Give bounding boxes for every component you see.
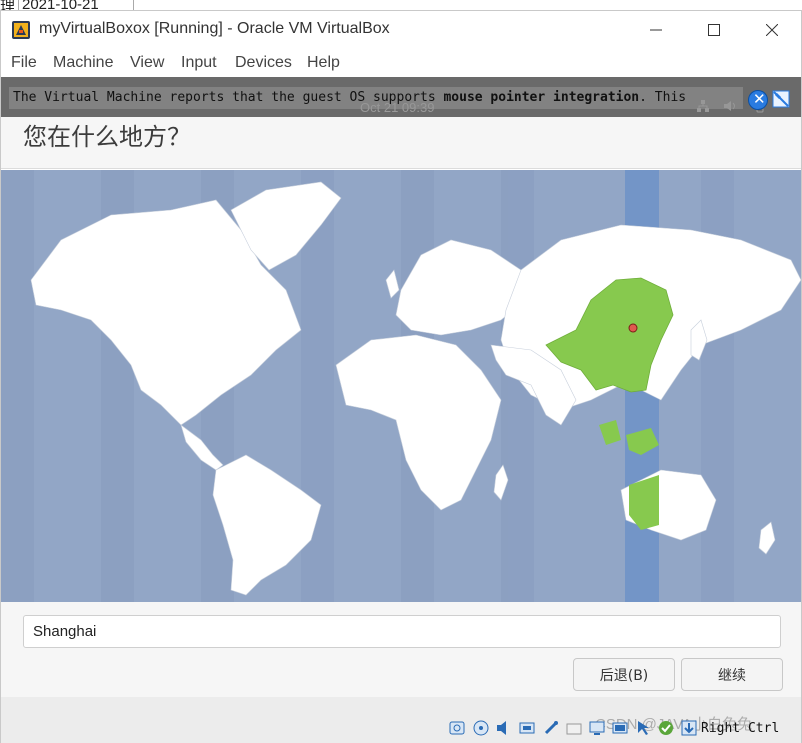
host-key-label: Right Ctrl	[701, 721, 780, 736]
virtualbox-window: myVirtualBoxox [Running] - Oracle VM Vir…	[0, 10, 802, 743]
maximize-icon	[708, 24, 720, 36]
notice-close-icon: ✕	[753, 90, 766, 108]
shared-folder-icon[interactable]	[565, 719, 583, 737]
hard-disk-icon[interactable]	[448, 719, 466, 737]
virtualbox-app-icon	[12, 21, 30, 39]
menu-devices[interactable]: Devices	[235, 54, 292, 72]
notice-close-button[interactable]: ✕	[748, 90, 768, 110]
menu-help[interactable]: Help	[307, 54, 340, 72]
guest-additions-icon[interactable]	[657, 719, 675, 737]
audio-icon[interactable]	[495, 719, 513, 737]
mouse-integration-icon[interactable]	[634, 719, 652, 737]
keyboard-capture-icon[interactable]	[680, 719, 698, 737]
world-map[interactable]	[1, 170, 801, 602]
vm-status-bar: CSDN @JAVA小白兔兔 Right Ctrl	[1, 697, 801, 743]
page-title: 您在什么地方？	[23, 123, 191, 151]
close-icon	[766, 24, 778, 36]
notice-mute-icon[interactable]	[771, 89, 791, 109]
window-title: myVirtualBoxox [Running] - Oracle VM Vir…	[39, 20, 390, 37]
optical-drive-icon[interactable]	[472, 719, 490, 737]
menu-view[interactable]: View	[130, 54, 164, 72]
highlighted-region-sea	[599, 420, 621, 445]
usb-icon[interactable]	[542, 719, 560, 737]
installer-footer: Shanghai 后退(B) 继续	[1, 602, 801, 697]
notice-text: The Virtual Machine reports that the gue…	[13, 90, 687, 105]
display-icon[interactable]	[588, 719, 606, 737]
location-pin-icon[interactable]	[628, 323, 638, 333]
close-button[interactable]	[743, 11, 801, 49]
network-icon[interactable]	[518, 719, 536, 737]
menu-bar: File Machine View Input Devices Help	[1, 49, 801, 77]
minimize-button[interactable]	[627, 11, 685, 49]
mouse-integration-notice: The Virtual Machine reports that the gue…	[9, 87, 743, 109]
minimize-icon	[650, 29, 662, 31]
vm-screen[interactable]: Oct 21 09:39 The Virtual Machine reports…	[1, 77, 801, 743]
menu-input[interactable]: Input	[181, 54, 217, 72]
maximize-button[interactable]	[685, 11, 743, 49]
timezone-map[interactable]	[1, 170, 801, 602]
video-capture-icon[interactable]	[611, 719, 629, 737]
installer-header: 您在什么地方？	[1, 117, 801, 169]
continue-button[interactable]: 继续	[681, 658, 783, 691]
back-button[interactable]: 后退(B)	[573, 658, 675, 691]
timezone-input[interactable]: Shanghai	[23, 615, 781, 648]
title-bar[interactable]: myVirtualBoxox [Running] - Oracle VM Vir…	[1, 11, 801, 49]
menu-file[interactable]: File	[11, 54, 37, 72]
menu-machine[interactable]: Machine	[53, 54, 113, 72]
